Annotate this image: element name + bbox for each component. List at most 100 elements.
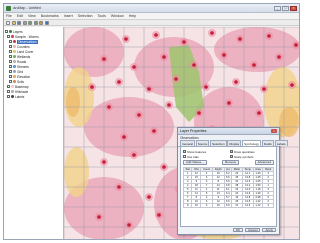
observation-point[interactable]	[262, 87, 266, 91]
dialog-tab[interactable]: Labels	[274, 140, 288, 146]
observation-point[interactable]	[117, 80, 121, 84]
observation-point[interactable]	[137, 113, 141, 117]
observation-point[interactable]	[227, 101, 231, 105]
table-row[interactable]: 8 16 6 12 6.6 26 13.5 1.42 2	[182, 198, 274, 204]
menu-insert[interactable]: Insert	[64, 14, 73, 18]
observation-point[interactable]	[102, 57, 106, 61]
toc-item[interactable]: Labels	[5, 94, 62, 99]
layer-checkbox[interactable]	[9, 80, 12, 83]
layer-checkbox[interactable]: ✓	[5, 30, 9, 34]
dialog-tab[interactable]: Symbology	[241, 140, 262, 146]
option-checkbox[interactable]: ✓	[230, 155, 233, 158]
observation-point[interactable]	[162, 165, 166, 169]
observation-point[interactable]	[204, 85, 208, 89]
observation-point[interactable]	[267, 34, 271, 38]
zoom-in-icon[interactable]	[28, 20, 32, 25]
layer-checkbox[interactable]: ✓	[7, 35, 11, 39]
observation-point[interactable]	[147, 195, 151, 199]
layer-checkbox[interactable]: ✓	[9, 50, 13, 54]
dialog-close-button[interactable]: ×	[271, 128, 277, 134]
observation-point[interactable]	[90, 85, 94, 89]
observation-point[interactable]	[290, 83, 294, 87]
layer-checkbox[interactable]: ✓	[9, 70, 13, 74]
dialog-action-button[interactable]: Advanced	[254, 160, 274, 165]
minimize-button[interactable]: _	[274, 5, 281, 11]
menu-tools[interactable]: Tools	[98, 14, 106, 18]
observation-point[interactable]	[234, 80, 238, 84]
observation-point[interactable]	[154, 33, 158, 37]
table-row[interactable]: 1 12 4 10 6.2 22 14.1 1.20 3	[182, 170, 274, 176]
observation-point[interactable]	[117, 185, 121, 189]
option-checkbox[interactable]: ✓	[183, 150, 186, 153]
menu-view[interactable]: View	[28, 14, 36, 18]
layer-checkbox[interactable]	[9, 75, 12, 78]
option-checkbox[interactable]	[183, 155, 186, 158]
observation-point[interactable]	[124, 37, 128, 41]
cancel-button[interactable]: Cancel	[245, 227, 261, 232]
menu-file[interactable]: File	[6, 14, 12, 18]
option-checkbox[interactable]: ✓	[230, 150, 233, 153]
observation-point[interactable]	[132, 153, 136, 157]
table-row[interactable]: 7 8 2 9 5.7 19 14.8 0.98 5	[182, 194, 274, 200]
layer-checkbox[interactable]: ✓	[9, 40, 13, 44]
pan-icon[interactable]	[39, 20, 43, 25]
menu-selection[interactable]: Selection	[78, 14, 93, 18]
apply-button[interactable]: Apply	[262, 227, 276, 232]
observation-point[interactable]	[157, 213, 161, 217]
menu-window[interactable]: Window	[111, 14, 124, 18]
layer-checkbox[interactable]	[7, 95, 10, 98]
dialog-tab[interactable]: General	[180, 140, 196, 146]
dialog-tab[interactable]: Source	[195, 140, 210, 146]
table-row[interactable]: 9 10 3 10 6.0 21 14.3 1.12 4	[182, 202, 274, 208]
observation-point[interactable]	[102, 160, 106, 164]
open-icon[interactable]	[11, 20, 16, 25]
layer-checkbox[interactable]: ✓	[9, 45, 13, 49]
layer-checkbox[interactable]: ✓	[9, 55, 13, 59]
layer-checkbox[interactable]: ✓	[9, 65, 13, 69]
table-row[interactable]: 4 18 7 14 6.8 28 13.2 1.50 1	[182, 182, 274, 188]
identify-icon[interactable]	[44, 20, 49, 25]
observation-point[interactable]	[97, 215, 101, 219]
print-icon[interactable]	[22, 20, 27, 25]
observation-point[interactable]	[210, 31, 214, 35]
observation-point[interactable]	[167, 103, 171, 107]
new-icon[interactable]	[6, 20, 10, 25]
dialog-action-button[interactable]: Remove	[222, 160, 240, 165]
menu-help[interactable]: Help	[129, 14, 136, 18]
zoom-out-icon[interactable]	[33, 20, 38, 25]
table-row[interactable]: 3 9 3 8 5.9 20 14.6 1.05 4	[182, 178, 274, 184]
observation-point[interactable]	[162, 55, 166, 59]
observation-point[interactable]	[252, 63, 256, 67]
observation-point[interactable]	[174, 77, 178, 81]
table-row[interactable]: 5 11 4 11 6.1 23 14.0 1.18 3	[182, 186, 274, 192]
dialog-tab[interactable]: Display	[227, 140, 242, 146]
observation-point[interactable]	[257, 111, 261, 115]
observation-point[interactable]	[107, 105, 111, 109]
observation-point[interactable]	[238, 37, 242, 41]
observation-point[interactable]	[122, 135, 126, 139]
dialog-tab[interactable]: Fields	[261, 140, 274, 146]
menu-bookmarks[interactable]: Bookmarks	[41, 14, 59, 18]
observation-point[interactable]	[222, 53, 226, 57]
table-row[interactable]: 6 14 5 13 6.4 24 13.9 1.30 2	[182, 190, 274, 196]
observation-point[interactable]	[152, 129, 156, 133]
observation-point[interactable]	[192, 63, 196, 67]
dialog-tab[interactable]: Selection	[209, 140, 227, 146]
close-button[interactable]: ×	[290, 5, 297, 11]
save-icon[interactable]	[17, 20, 21, 25]
observation-point[interactable]	[147, 87, 151, 91]
maximize-button[interactable]: □	[282, 5, 289, 11]
observation-point[interactable]	[294, 43, 298, 47]
observation-point[interactable]	[197, 111, 201, 115]
layer-checkbox[interactable]: ✓	[7, 85, 11, 89]
dialog-action-button[interactable]: Add Values...	[183, 160, 207, 165]
menu-edit[interactable]: Edit	[17, 14, 23, 18]
observation-point[interactable]	[127, 223, 131, 227]
observation-point[interactable]	[277, 55, 281, 59]
observation-point[interactable]	[182, 40, 186, 44]
table-row[interactable]: 2 15 6 12 6.5 25 13.8 1.35 2	[182, 174, 274, 180]
layer-checkbox[interactable]	[7, 90, 10, 93]
observation-point[interactable]	[132, 65, 136, 69]
ok-button[interactable]: OK	[232, 227, 244, 232]
layer-checkbox[interactable]: ✓	[9, 60, 13, 64]
